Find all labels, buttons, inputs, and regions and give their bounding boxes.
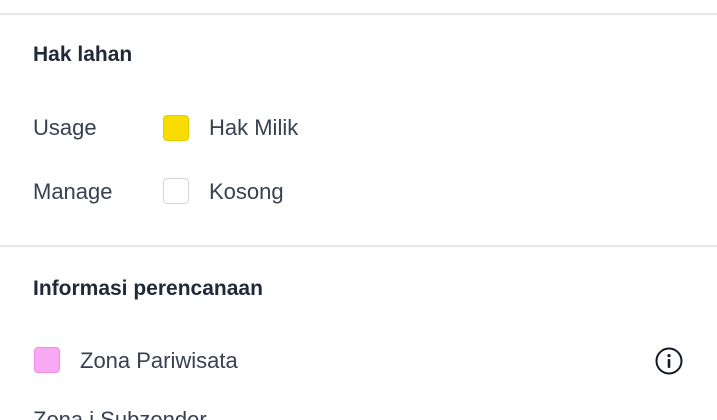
manage-value: Kosong (209, 179, 284, 204)
manage-label: Manage (33, 179, 113, 204)
usage-label: Usage (33, 115, 97, 140)
subzone-label: Zona j Subzonder (33, 407, 207, 420)
manage-color-swatch (163, 178, 189, 204)
info-icon[interactable] (655, 347, 683, 375)
zone-value: Zona Pariwisata (80, 348, 238, 373)
land-rights-title: Hak lahan (33, 43, 133, 66)
usage-value: Hak Milik (209, 115, 299, 140)
divider (0, 245, 717, 247)
divider (0, 13, 717, 15)
usage-color-swatch (163, 115, 189, 141)
property-info-panel: Hak lahan Usage Hak Milik Manage Kosong … (0, 0, 717, 420)
zone-color-swatch (34, 347, 60, 373)
planning-info-title: Informasi perencanaan (33, 277, 263, 300)
